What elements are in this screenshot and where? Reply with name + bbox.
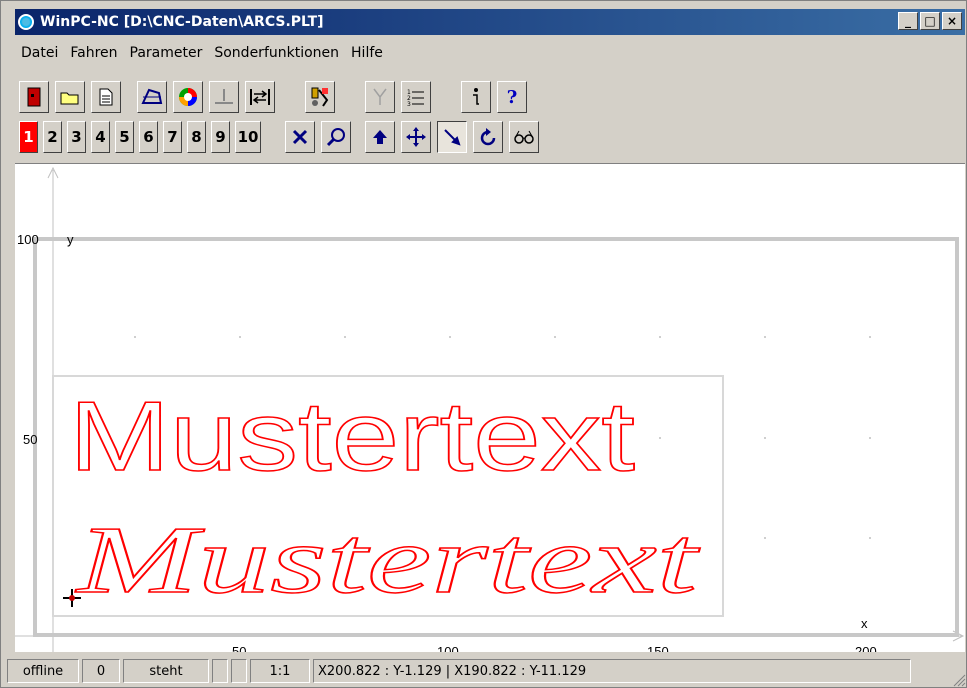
y-tick-50: 50 [23, 432, 37, 447]
layer-toolbar: 1 2 3 4 5 6 7 8 9 10 [15, 119, 965, 155]
pointer-button[interactable] [437, 121, 467, 153]
exit-button[interactable] [19, 81, 49, 113]
transfer-button[interactable] [245, 81, 275, 113]
layer-button-1[interactable]: 1 [19, 121, 38, 153]
color-wheel-icon [179, 88, 197, 106]
machine-icon [311, 87, 329, 107]
main-toolbar: 1 2 3 ? [15, 79, 965, 115]
open-button[interactable] [55, 81, 85, 113]
arrow-up-icon [373, 130, 387, 144]
list-icon: 1 2 3 [407, 89, 424, 107]
preview-button[interactable] [509, 121, 539, 153]
info-button[interactable] [461, 81, 491, 113]
layer-button-2[interactable]: 2 [43, 121, 62, 153]
minimize-button[interactable]: _ [898, 12, 918, 30]
status-state: steht [123, 659, 209, 683]
svg-text:3: 3 [407, 101, 411, 107]
probe-icon [373, 88, 387, 105]
polyline-icon [141, 88, 163, 104]
document-icon [99, 88, 113, 106]
machine-button[interactable] [305, 81, 335, 113]
app-logo-icon [18, 14, 34, 30]
transfer-icon [250, 89, 270, 105]
status-empty-1 [212, 659, 228, 683]
drawing-text-regular: Mustertext [69, 381, 635, 491]
x-axis-label: x [861, 616, 868, 631]
x-tick-50: 50 [232, 644, 246, 652]
rotate-button[interactable] [473, 121, 503, 153]
x-tick-100: 100 [437, 644, 459, 652]
help-button[interactable]: ? [497, 81, 527, 113]
status-counter: 0 [82, 659, 120, 683]
menu-datei[interactable]: Datei [15, 45, 64, 61]
drawing-canvas[interactable]: 100 50 y x 50 100 150 200 Mustertext Mus… [15, 163, 965, 652]
resize-grip-icon[interactable] [952, 673, 966, 687]
tool-icon [215, 89, 233, 104]
layer-button-7[interactable]: 7 [163, 121, 182, 153]
layer-button-6[interactable]: 6 [139, 121, 158, 153]
zoom-icon [326, 128, 345, 147]
close-button[interactable]: × [942, 12, 962, 30]
menu-fahren[interactable]: Fahren [64, 45, 123, 61]
status-bar: offline 0 steht 1:1 X200.822 : Y-1.129 |… [7, 657, 965, 685]
layer-button-8[interactable]: 8 [187, 121, 206, 153]
drawing-text-script: Mustertext [74, 506, 701, 613]
y-tick-100: 100 [17, 232, 39, 247]
layer-button-10[interactable]: 10 [235, 121, 261, 153]
app-window: WinPC-NC [D:\CNC-Daten\ARCS.PLT] _ □ × D… [0, 0, 967, 688]
maximize-button[interactable]: □ [920, 12, 940, 30]
zoom-button[interactable] [321, 121, 351, 153]
tool-button[interactable] [209, 81, 239, 113]
move-up-button[interactable] [365, 121, 395, 153]
probe-button[interactable] [365, 81, 395, 113]
status-empty-2 [231, 659, 247, 683]
list-button[interactable]: 1 2 3 [401, 81, 431, 113]
help-icon: ? [506, 86, 518, 108]
document-button[interactable] [91, 81, 121, 113]
rotate-icon [480, 128, 496, 146]
exit-icon [27, 87, 41, 107]
layer-button-3[interactable]: 3 [67, 121, 86, 153]
y-axis-label: y [67, 232, 74, 247]
status-coordinates: X200.822 : Y-1.129 | X190.822 : Y-11.129 [313, 659, 911, 683]
window-controls: _ □ × [898, 12, 962, 30]
move-button[interactable] [401, 121, 431, 153]
menu-bar: Datei Fahren Parameter Sonderfunktionen … [15, 39, 965, 67]
polyline-button[interactable] [137, 81, 167, 113]
drawing-area: 100 50 y x 50 100 150 200 Mustertext Mus… [15, 166, 965, 652]
open-folder-icon [60, 92, 79, 105]
layer-button-4[interactable]: 4 [91, 121, 110, 153]
move-icon [406, 127, 426, 147]
delete-button[interactable] [285, 121, 315, 153]
glasses-icon [514, 130, 534, 144]
title-bar[interactable]: WinPC-NC [D:\CNC-Daten\ARCS.PLT] _ □ × [15, 9, 965, 35]
layer-button-5[interactable]: 5 [115, 121, 134, 153]
status-connection: offline [7, 659, 79, 683]
layer-button-9[interactable]: 9 [211, 121, 230, 153]
window-title: WinPC-NC [D:\CNC-Daten\ARCS.PLT] [40, 14, 324, 30]
info-icon [473, 88, 479, 105]
menu-sonderfunktionen[interactable]: Sonderfunktionen [208, 45, 345, 61]
status-scale: 1:1 [250, 659, 310, 683]
pointer-icon [444, 129, 461, 146]
color-button[interactable] [173, 81, 203, 113]
menu-hilfe[interactable]: Hilfe [345, 45, 389, 61]
x-tick-150: 150 [647, 644, 669, 652]
x-tick-200: 200 [855, 644, 877, 652]
menu-parameter[interactable]: Parameter [124, 45, 209, 61]
delete-icon [292, 129, 308, 145]
